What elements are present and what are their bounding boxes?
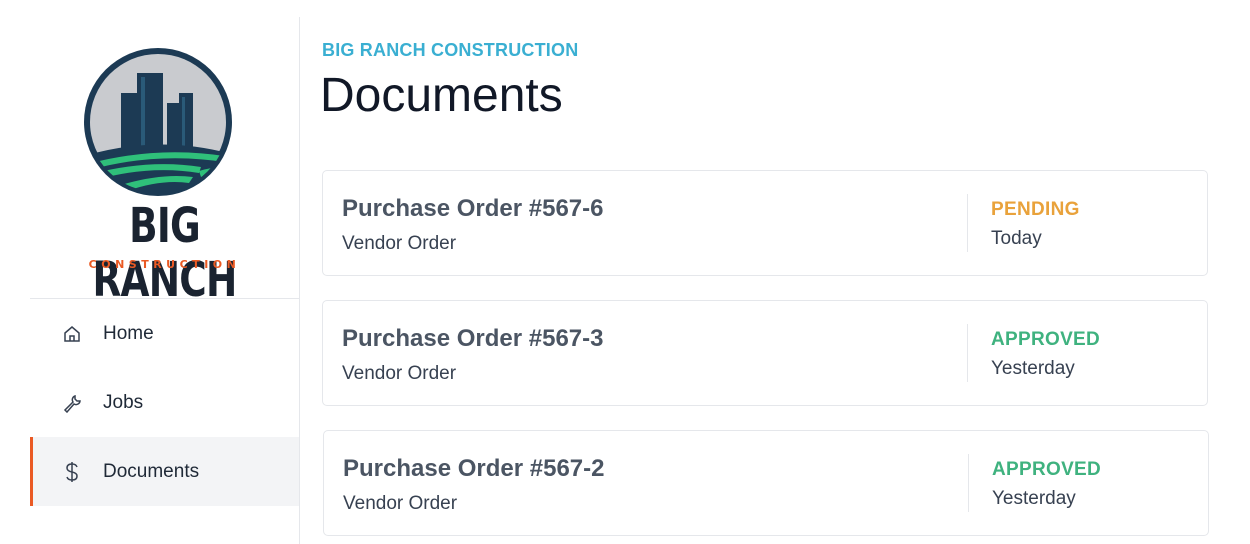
sidebar-item-label: Documents: [103, 460, 200, 482]
dollar-icon: [62, 461, 82, 482]
card-divider: [968, 454, 969, 512]
status-badge: APPROVED: [992, 459, 1102, 480]
main-content: BIG RANCH CONSTRUCTION Documents Purchas…: [320, 0, 1209, 544]
document-subtitle: Vendor Order: [342, 233, 457, 254]
page-title: Documents: [320, 69, 563, 122]
sidebar-item-label: Home: [103, 322, 154, 344]
document-title: Purchase Order #567-6: [342, 195, 604, 222]
logo-subtitle: CONSTRUCTION: [88, 258, 241, 271]
document-card[interactable]: Purchase Order #567-6 Vendor Order PENDI…: [322, 170, 1208, 276]
sidebar: BIG RANCH CONSTRUCTION Home Jobs Documen…: [30, 17, 300, 544]
document-subtitle: Vendor Order: [343, 493, 458, 514]
sidebar-item-jobs[interactable]: Jobs: [30, 368, 299, 437]
app: BIG RANCH CONSTRUCTION Home Jobs Documen…: [0, 0, 1250, 544]
home-icon: [62, 324, 82, 344]
document-date: Today: [991, 228, 1042, 249]
status-badge: PENDING: [991, 199, 1080, 220]
company-eyebrow: BIG RANCH CONSTRUCTION: [322, 40, 579, 60]
document-title: Purchase Order #567-2: [343, 455, 605, 482]
document-date: Yesterday: [992, 488, 1076, 509]
logo-emblem-icon: [84, 48, 232, 196]
sidebar-item-label: Jobs: [103, 391, 144, 413]
logo-name: BIG RANCH: [92, 198, 237, 308]
sidebar-item-documents[interactable]: Documents: [30, 437, 299, 506]
card-divider: [967, 194, 968, 252]
card-divider: [967, 324, 968, 382]
wrench-icon: [62, 393, 82, 413]
document-title: Purchase Order #567-3: [342, 325, 604, 352]
document-card[interactable]: Purchase Order #567-3 Vendor Order APPRO…: [322, 300, 1208, 406]
status-badge: APPROVED: [991, 329, 1101, 350]
document-card[interactable]: Purchase Order #567-2 Vendor Order APPRO…: [323, 430, 1209, 536]
logo[interactable]: BIG RANCH CONSTRUCTION: [30, 17, 299, 307]
document-date: Yesterday: [991, 358, 1075, 379]
sidebar-item-home[interactable]: Home: [30, 299, 299, 368]
document-subtitle: Vendor Order: [342, 363, 457, 384]
sidebar-nav: Home Jobs Documents: [30, 299, 299, 506]
